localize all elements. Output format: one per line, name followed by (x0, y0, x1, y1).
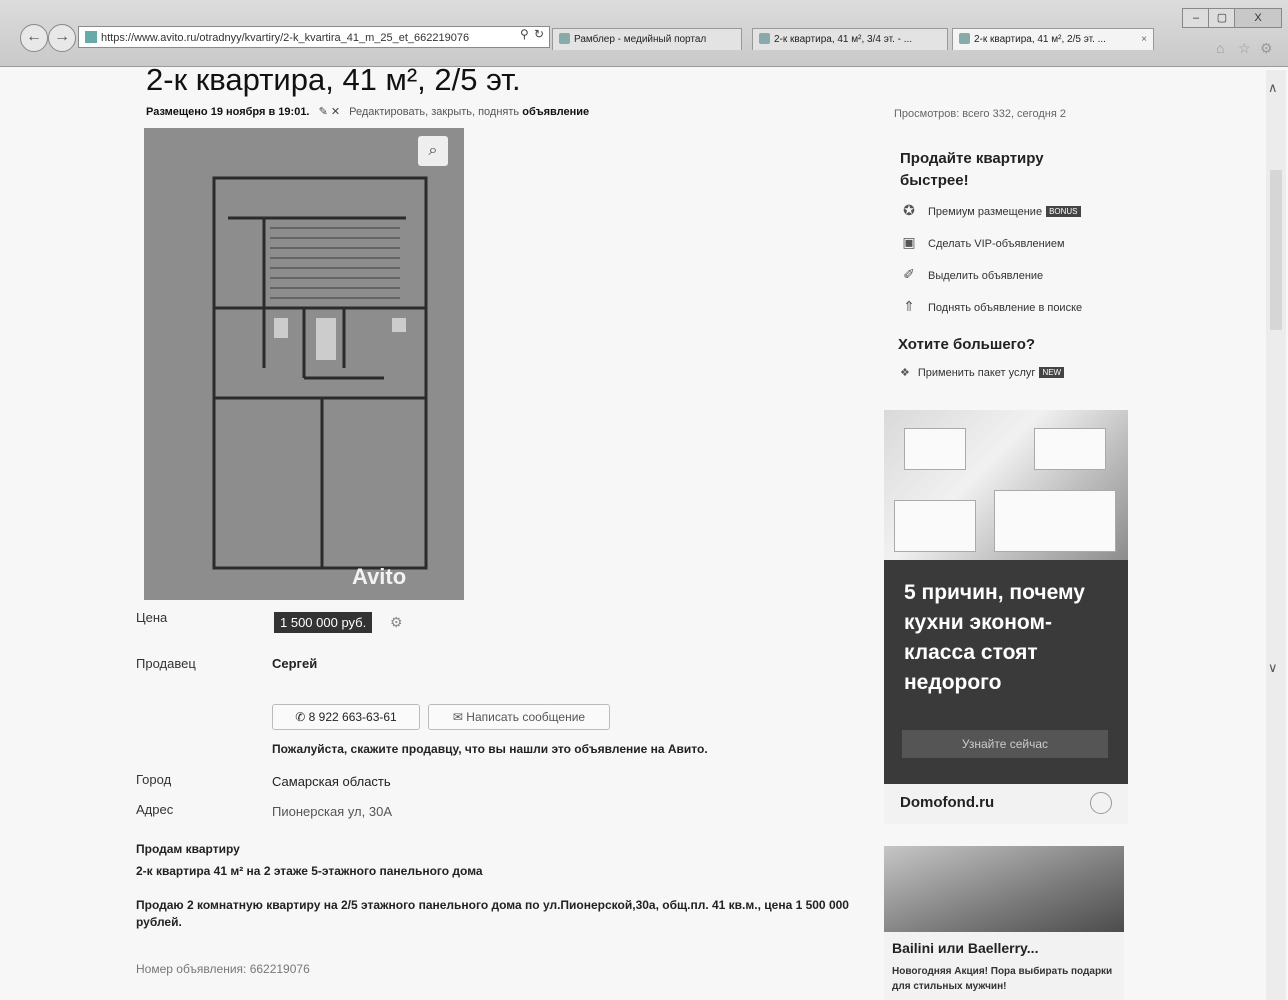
address-label: Адрес (136, 802, 174, 817)
ad-brand-bar: Domofond.ru (884, 784, 1128, 824)
ad-kitchen-photo (884, 410, 1128, 560)
tab-listing-34[interactable]: 2-к квартира, 41 м², 3/4 эт. - ... (752, 28, 948, 50)
scroll-down-icon[interactable]: ∨ (1268, 660, 1278, 676)
promo-highlight[interactable]: ✐ Выделить объявление (900, 266, 1043, 283)
ad-brand: Domofond.ru (900, 794, 995, 811)
scrollbar-thumb[interactable] (1270, 170, 1282, 330)
promo-label: Премиум размещение (928, 206, 1043, 218)
seller-name[interactable]: Сергей (272, 656, 317, 671)
promo-title: Продайте квартиру быстрее! (900, 150, 1044, 189)
tab-listing-25[interactable]: 2-к квартира, 41 м², 2/5 эт. ... × (952, 28, 1154, 50)
ad-info-icon[interactable] (1090, 792, 1112, 814)
zoom-icon[interactable]: ⌕ (418, 136, 448, 166)
vip-icon: ▣ (902, 234, 916, 250)
ad-wallet-photo (884, 846, 1124, 932)
home-icon[interactable]: ⌂ (1216, 40, 1224, 56)
new-badge: NEW (1039, 367, 1065, 378)
posted-line: Размещено 19 ноября в 19:01. ✎ ✕ Редакти… (146, 105, 589, 118)
posted-date: Размещено 19 ноября в 19:01. (146, 106, 310, 118)
highlight-icon: ✐ (903, 266, 915, 282)
avito-tab-icon (959, 33, 970, 44)
address-url: https://www.avito.ru/otradnyy/kvartiry/2… (101, 32, 470, 44)
seller-hint: Пожалуйста, скажите продавцу, что вы наш… (272, 742, 708, 756)
ad-text: Новогодняя Акция! Пора выбирать подарки … (892, 966, 1113, 992)
phone-icon: ✆ (295, 710, 309, 724)
scroll-up-icon[interactable]: ∧ (1268, 80, 1278, 96)
description-heading: Продам квартиру (136, 842, 240, 856)
tab-label: 2-к квартира, 41 м², 2/5 эт. ... (974, 34, 1106, 45)
message-button-label: Написать сообщение (466, 710, 586, 724)
tab-label: 2-к квартира, 41 м², 3/4 эт. - ... (774, 34, 913, 45)
price-value: 1 500 000 руб. (274, 612, 373, 633)
premium-icon: ✪ (903, 202, 915, 218)
description-summary: 2-к квартира 41 м² на 2 этаже 5-этажного… (136, 864, 483, 878)
city-label: Город (136, 772, 172, 787)
refresh-icon[interactable]: ↻ (534, 27, 544, 41)
tab-rambler[interactable]: Рамблер - медийный портал (552, 28, 742, 50)
avito-tab-icon (759, 33, 770, 44)
tab-label: Рамблер - медийный портал (574, 34, 707, 45)
mail-icon: ✉ (452, 710, 467, 724)
back-button[interactable]: ← (20, 24, 48, 52)
promo-label: Сделать VIP-объявлением (928, 238, 1065, 250)
close-window-button[interactable]: X (1234, 8, 1282, 28)
ad-banner-wallets[interactable]: Bailini или Baellerry... Новогодняя Акци… (884, 846, 1124, 1000)
edit-links-word[interactable]: объявление (522, 106, 589, 118)
phone-number: 8 922 663-63-61 (308, 710, 397, 724)
promo-label: Выделить объявление (928, 270, 1044, 282)
seller-label: Продавец (136, 656, 196, 671)
favorites-star-icon[interactable]: ☆ (1238, 40, 1251, 57)
package-icon: ❖ (900, 367, 910, 379)
package-link[interactable]: ❖ Применить пакет услуг NEW (900, 366, 1065, 379)
bonus-badge: BONUS (1046, 206, 1081, 217)
gear-icon[interactable]: ⚙ (1260, 40, 1273, 57)
message-button[interactable]: ✉ Написать сообщение (428, 704, 610, 730)
maximize-button[interactable]: ▢ (1208, 8, 1236, 28)
forward-button[interactable]: → (48, 24, 76, 52)
price-history-icon[interactable]: ⚙ (390, 614, 403, 631)
promo-label: Поднять объявление в поиске (928, 302, 1083, 314)
price-label: Цена (136, 610, 168, 625)
promo-vip[interactable]: ▣ Сделать VIP-объявлением (900, 234, 1065, 251)
edit-icon[interactable]: ✎ ✕ (319, 106, 341, 118)
address-bar[interactable]: https://www.avito.ru/otradnyy/kvartiry/2… (78, 26, 550, 48)
more-title: Хотите большего? (898, 336, 1036, 353)
package-label: Применить пакет услуг (917, 367, 1036, 379)
city-value: Самарская область (272, 774, 391, 789)
raise-icon: ⇑ (903, 298, 915, 314)
promo-premium[interactable]: ✪ Премиум размещение BONUS (900, 202, 1081, 219)
ad-banner-kitchens[interactable]: 5 причин, почему кухни эконом-класса сто… (884, 410, 1128, 824)
minimize-button[interactable]: – (1182, 8, 1210, 28)
browser-toolbar: ← → https://www.avito.ru/otradnyy/kvarti… (0, 0, 1288, 67)
site-favicon-icon (85, 31, 97, 43)
address-value: Пионерская ул, 30А (272, 804, 392, 819)
views-counter: Просмотров: всего 332, сегодня 2 (894, 108, 1066, 120)
ad-headline: 5 причин, почему кухни эконом-класса сто… (904, 581, 1085, 694)
close-tab-icon[interactable]: × (1141, 29, 1147, 50)
ad-number: Номер объявления: 662219076 (136, 962, 310, 976)
ad-title: Bailini или Baellerry... (892, 940, 1039, 956)
search-icon[interactable]: ⚲ (520, 27, 529, 41)
floor-plan-image[interactable] (144, 128, 464, 600)
home-tab-icon (559, 33, 570, 44)
promo-raise[interactable]: ⇑ Поднять объявление в поиске (900, 298, 1082, 315)
ad-cta-button[interactable]: Узнайте сейчас (902, 730, 1108, 758)
description-body: Продаю 2 комнатную квартиру на 2/5 этажн… (136, 898, 849, 929)
page-title: 2-к квартира, 41 м², 2/5 эт. (146, 62, 521, 97)
phone-button[interactable]: ✆ 8 922 663-63-61 (272, 704, 420, 730)
avito-watermark: Avito (352, 564, 407, 589)
edit-links[interactable]: Редактировать, закрыть, поднять (349, 106, 519, 118)
